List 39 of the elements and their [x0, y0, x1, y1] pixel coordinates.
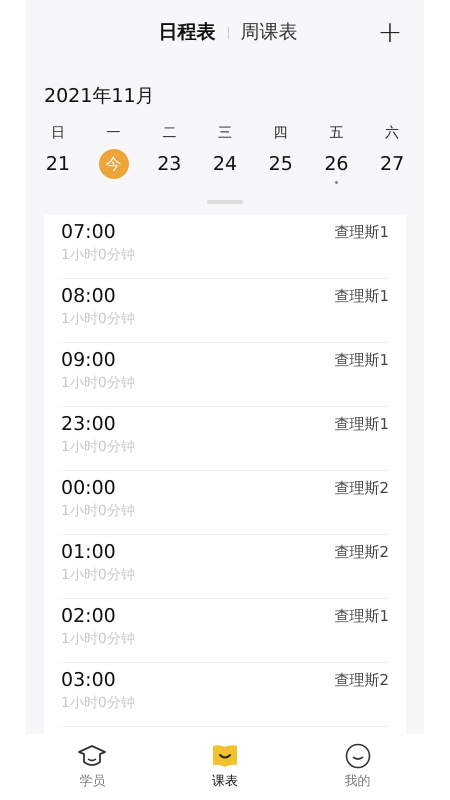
student-name: 查理斯1: [334, 606, 389, 627]
time-label: 02:00: [61, 604, 117, 628]
student-name: 查理斯1: [334, 286, 389, 307]
weekday-label: 二: [162, 124, 176, 142]
weekday-label: 一: [106, 124, 121, 142]
student-name: 查理斯2: [334, 670, 389, 691]
student-name: 查理斯1: [334, 414, 389, 435]
month-label: 2021年11月: [44, 84, 155, 109]
weekday-label: 六: [385, 124, 400, 142]
date-button[interactable]: 23: [157, 148, 182, 184]
time-label: 09:00: [61, 348, 117, 372]
nav-tab[interactable]: 课表: [158, 734, 292, 800]
date-button[interactable]: 24: [212, 148, 238, 184]
time-label: 01:00: [61, 540, 117, 564]
weekday-label: 三: [218, 124, 232, 142]
time-label: 23:00: [61, 412, 117, 436]
tab[interactable]: 周课表: [240, 18, 298, 47]
weekday-label: 日: [50, 124, 65, 142]
nav-tab[interactable]: 学员: [26, 734, 159, 800]
date-button[interactable]: 27: [380, 148, 404, 184]
book-icon: [212, 742, 238, 769]
graduation-cap-icon: [77, 742, 108, 769]
nav-tab[interactable]: 我的: [291, 734, 424, 800]
tab[interactable]: 日程表: [158, 18, 216, 47]
time-label: 00:00: [61, 476, 117, 500]
weekday-label: 四: [274, 124, 288, 142]
add-button[interactable]: +: [370, 18, 410, 48]
student-name: 查理斯1: [334, 350, 389, 371]
date-button[interactable]: 26: [324, 148, 349, 184]
student-name: 查理斯2: [334, 542, 389, 563]
time-label: 03:00: [61, 668, 117, 692]
date-button[interactable]: 25: [268, 148, 293, 184]
student-name: 查理斯2: [334, 478, 389, 499]
smiley-icon: [344, 742, 371, 769]
time-label: 07:00: [61, 220, 117, 244]
weekday-label: 五: [329, 124, 344, 142]
time-label: 08:00: [61, 284, 117, 308]
student-name: 查理斯1: [334, 222, 389, 243]
date-button[interactable]: 21: [46, 148, 70, 184]
